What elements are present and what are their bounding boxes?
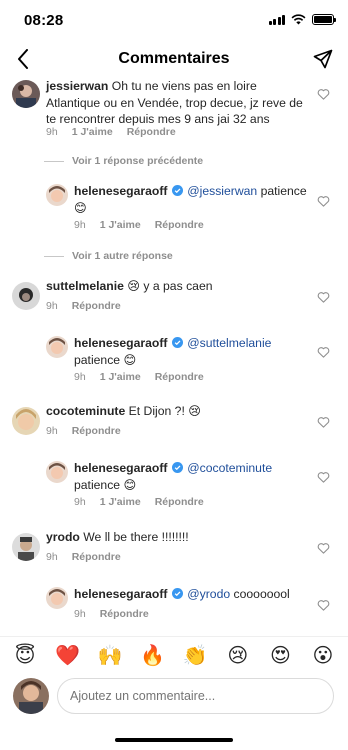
comment-username[interactable]: yrodo [46,530,80,544]
comment-mention[interactable]: @jessierwan [187,184,257,198]
heart-icon[interactable] [317,291,330,303]
comment-mention[interactable]: @yrodo [187,587,230,601]
emoji-heart-eyes-button[interactable]: 😍 [267,644,293,666]
current-user-avatar [13,678,49,714]
comment-time: 9h [46,551,58,563]
comments-list[interactable]: jessierwan Oh tu ne viens pas en loire A… [0,78,348,628]
emoji-heart-button[interactable]: ❤️ [55,644,81,666]
likes-count[interactable]: 1 J'aime [100,219,141,231]
comment-text: patience 😊 [74,477,137,492]
comment-text: We ll be there !!!!!!!! [83,530,189,544]
status-icons [268,14,336,25]
reply-button[interactable]: Répondre [155,496,204,508]
heart-icon[interactable] [317,416,330,428]
comment-text: Et Dijon ?! 😢 [128,404,201,418]
comment-input[interactable] [57,678,334,714]
status-bar: 08:28 [0,0,348,40]
thread-link-label: Voir 1 autre réponse [72,250,173,262]
reply-button[interactable]: Répondre [155,371,204,383]
emoji-fire-button[interactable]: 🔥 [140,644,166,666]
avatar[interactable] [46,184,68,206]
emoji-surprised-button[interactable]: 😮 [310,644,336,666]
reply-button[interactable]: Répondre [72,551,121,563]
view-previous-replies-link[interactable]: Voir 1 réponse précédente [44,155,203,167]
avatar[interactable] [46,587,68,609]
share-button[interactable] [310,46,336,72]
comment-time: 9h [46,300,58,312]
likes-count[interactable]: 1 J'aime [72,126,113,138]
verified-badge-icon [171,588,183,599]
comment-time: 9h [74,608,86,620]
verified-badge-icon [171,462,183,473]
thread-line [44,255,64,257]
wifi-icon [291,14,306,25]
comment-text: 😢 y a pas caen [127,279,213,293]
heart-icon[interactable] [317,599,330,611]
battery-icon [312,14,336,25]
comment-composer [0,672,348,720]
verified-badge-icon [171,185,183,196]
page-title: Commentaires [118,50,230,67]
avatar[interactable] [12,407,40,435]
home-indicator [115,738,233,742]
avatar[interactable] [12,533,40,561]
reply-button[interactable]: Répondre [72,425,121,437]
avatar[interactable] [46,461,68,483]
comment-mention[interactable]: @cocoteminute [187,461,272,475]
comment-username[interactable]: suttelmelanie [46,279,124,293]
comment-text: patience 😊 [74,352,137,367]
heart-icon[interactable] [317,346,330,358]
comment-time: 9h [46,126,58,138]
thread-line [44,160,64,162]
comment-username[interactable]: helenesegaraoff [74,587,167,601]
reply-button[interactable]: Répondre [127,126,176,138]
likes-count[interactable]: 1 J'aime [100,496,141,508]
paper-plane-icon [313,49,333,69]
reply-button[interactable]: Répondre [155,219,204,231]
heart-icon[interactable] [317,542,330,554]
heart-icon[interactable] [317,195,330,207]
emoji-raised-hands-button[interactable]: 🙌 [97,644,123,666]
nav-bar: Commentaires [0,40,348,78]
comment-username[interactable]: jessierwan [46,79,108,93]
verified-badge-icon [171,337,183,348]
avatar[interactable] [12,282,40,310]
comment-username[interactable]: helenesegaraoff [74,461,167,475]
comment-time: 9h [74,496,86,508]
comment-mention[interactable]: @suttelmelanie [187,336,271,350]
heart-icon[interactable] [317,88,330,100]
cellular-signal-icon [268,14,285,25]
comment-time: 9h [74,371,86,383]
emoji-quick-bar: 😇 ❤️ 🙌 🔥 👏 😢 😍 😮 [0,636,348,672]
avatar[interactable] [46,336,68,358]
comment-username[interactable]: helenesegaraoff [74,336,167,350]
status-time: 08:28 [24,12,64,29]
avatar[interactable] [12,80,40,108]
heart-icon[interactable] [317,471,330,483]
reply-button[interactable]: Répondre [72,300,121,312]
comment-time: 9h [74,219,86,231]
emoji-clap-button[interactable]: 👏 [182,644,208,666]
thread-link-label: Voir 1 réponse précédente [72,155,204,167]
comment-username[interactable]: cocoteminute [46,404,125,418]
view-more-replies-link[interactable]: Voir 1 autre réponse [44,250,173,262]
comment-username[interactable]: helenesegaraoff [74,184,167,198]
comment-text: coooooool [230,587,290,601]
comment-time: 9h [46,425,58,437]
reply-button[interactable]: Répondre [100,608,149,620]
likes-count[interactable]: 1 J'aime [100,371,141,383]
emoji-halo-button[interactable]: 😇 [12,644,38,666]
emoji-crying-button[interactable]: 😢 [225,644,251,666]
